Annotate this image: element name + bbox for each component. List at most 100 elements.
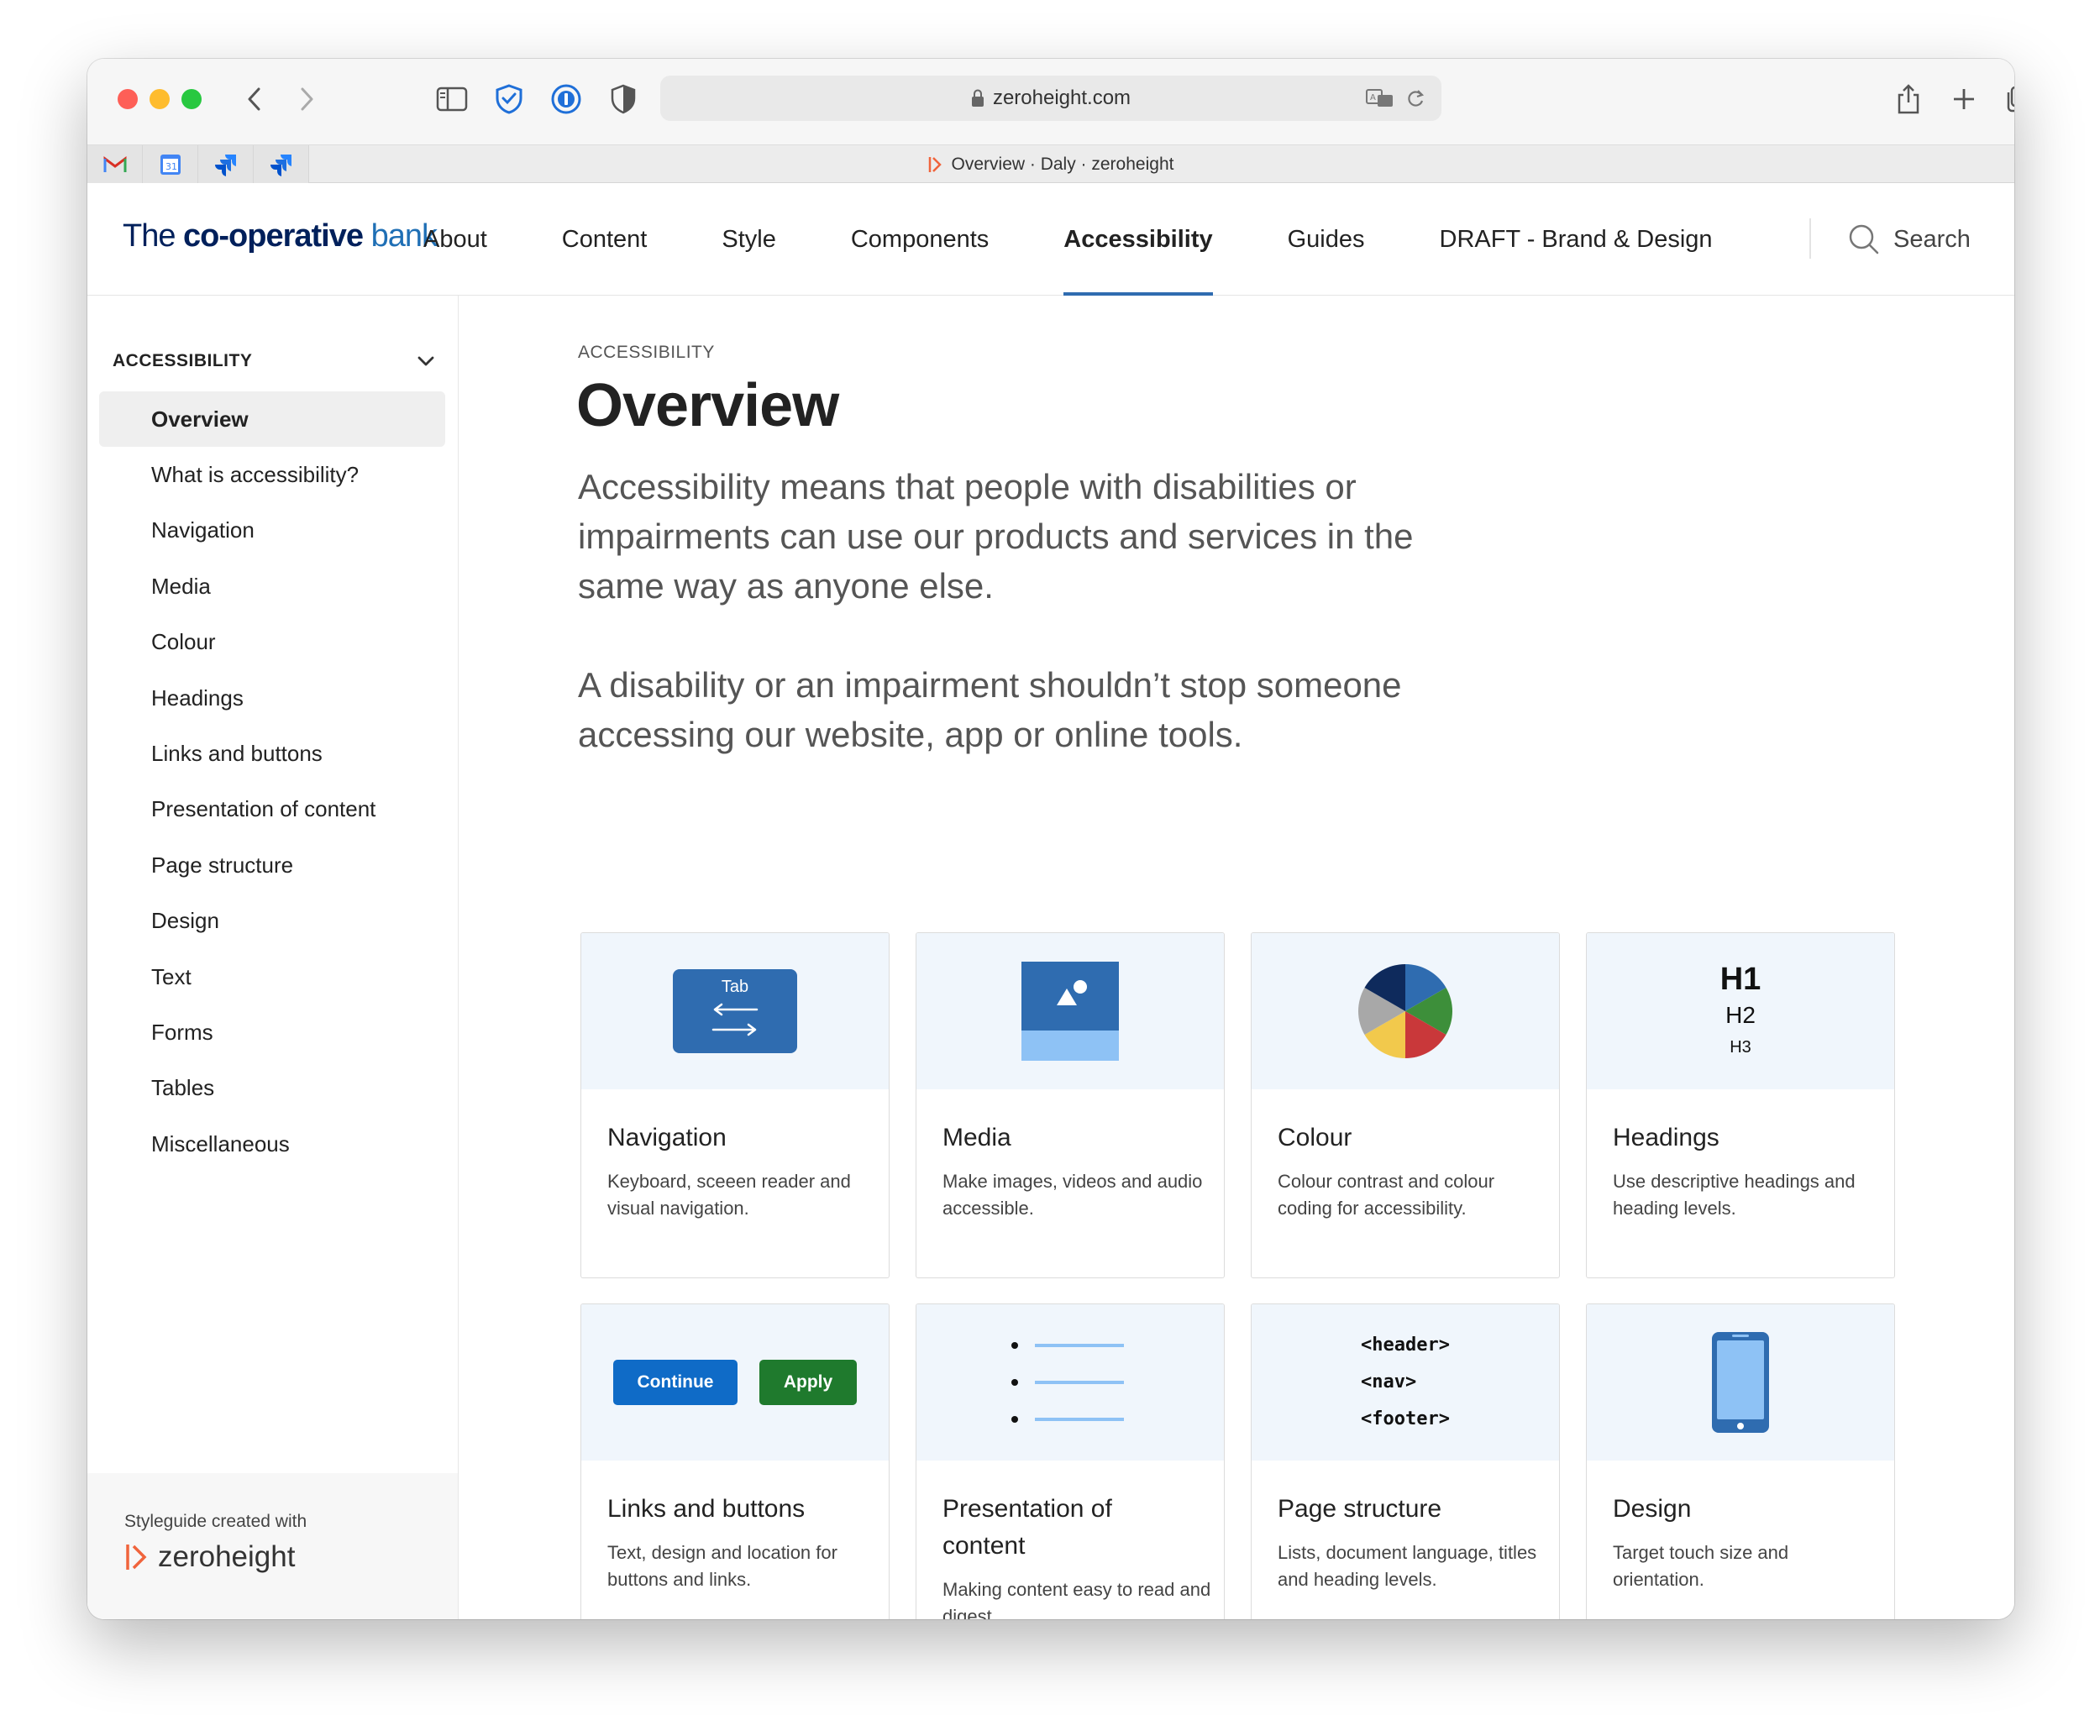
art-h2: H2 <box>1725 1002 1756 1028</box>
page-eyebrow: ACCESSIBILITY <box>578 343 715 362</box>
sidebar-item-what-is-accessibility[interactable]: What is accessibility? <box>99 447 445 502</box>
pinned-tabs: 31 <box>87 145 309 184</box>
coop-bank-logo[interactable]: The co-operative bank <box>123 218 438 254</box>
nav-draft-brand-design[interactable]: DRAFT - Brand & Design <box>1440 183 1713 296</box>
sidebar-item-tables[interactable]: Tables <box>99 1061 445 1116</box>
intro-paragraph-2: A disability or an impairment shouldn’t … <box>578 665 1402 754</box>
card-navigation[interactable]: Tab Navigation Keyboard, sceeen reader a… <box>580 932 890 1278</box>
card-art-colour <box>1252 933 1559 1089</box>
card-description: Target touch size and orientation. <box>1613 1542 1789 1590</box>
card-description: Lists, document language, titles and hea… <box>1278 1542 1537 1590</box>
intro-paragraph: Accessibility means that people with dis… <box>578 467 1414 606</box>
share-button[interactable] <box>1890 81 1927 118</box>
sidebar-item-overview[interactable]: Overview <box>99 391 445 448</box>
nav-guides[interactable]: Guides <box>1288 183 1365 296</box>
card-presentation-of-content[interactable]: Presentation of content Making content e… <box>916 1303 1225 1619</box>
shield-check-icon <box>496 84 522 114</box>
image-icon <box>1021 962 1119 1061</box>
sidebar-toggle-button[interactable] <box>433 81 470 118</box>
close-window-button[interactable] <box>118 89 138 109</box>
svg-text:31: 31 <box>165 161 177 172</box>
card-title: Headings <box>1613 1124 1719 1151</box>
logo-coop: co-operative <box>183 218 364 254</box>
card-title: Media <box>942 1124 1011 1151</box>
sidebar-footer: Styleguide created with zeroheight <box>87 1473 458 1619</box>
privacy-icon <box>611 84 636 114</box>
password-icon <box>551 84 581 114</box>
card-links-and-buttons[interactable]: Continue Apply Links and buttons Text, d… <box>580 1303 890 1619</box>
pinned-tab-jira-2[interactable] <box>254 145 309 184</box>
reload-icon[interactable] <box>1406 88 1425 108</box>
card-art-navigation: Tab <box>581 933 889 1089</box>
card-description: Text, design and location for buttons an… <box>607 1542 837 1590</box>
plus-icon <box>1954 89 1974 109</box>
card-art-headings: H1 H2 H3 <box>1587 933 1894 1089</box>
sidebar-item-page-structure[interactable]: Page structure <box>99 837 445 893</box>
lock-icon <box>971 89 984 107</box>
minimize-window-button[interactable] <box>150 89 170 109</box>
search-icon <box>1849 224 1879 254</box>
card-media[interactable]: Media Make images, videos and audio acce… <box>916 932 1225 1278</box>
tab-key-label: Tab <box>722 978 748 996</box>
zeroheight-icon <box>126 1545 147 1570</box>
calendar-icon: 31 <box>160 155 181 175</box>
card-design[interactable]: Design Target touch size and orientation… <box>1586 1303 1895 1619</box>
card-headings[interactable]: H1 H2 H3 Headings Use descriptive headin… <box>1586 932 1895 1278</box>
card-title: Design <box>1613 1495 1692 1523</box>
share-icon <box>1898 84 1919 114</box>
pinned-tab-calendar[interactable]: 31 <box>143 145 198 184</box>
colour-wheel-icon <box>1357 964 1453 1058</box>
card-art-design <box>1587 1304 1894 1461</box>
nav-accessibility[interactable]: Accessibility <box>1063 183 1213 296</box>
sidebar-section-toggle[interactable]: ACCESSIBILITY <box>113 351 435 371</box>
nav-content[interactable]: Content <box>562 183 648 296</box>
tab-bar: Overview · Daly · zeroheight 31 <box>87 144 2014 184</box>
zeroheight-link[interactable]: zeroheight <box>124 1540 295 1574</box>
pinned-tab-gmail[interactable] <box>87 145 143 184</box>
zeroheight-wordmark: zeroheight <box>158 1540 296 1573</box>
svg-text:A: A <box>1370 93 1376 102</box>
sidebar-item-links-and-buttons[interactable]: Links and buttons <box>99 726 445 781</box>
sidebar-item-miscellaneous[interactable]: Miscellaneous <box>99 1116 445 1172</box>
card-description: Colour contrast and colour coding for ac… <box>1278 1171 1495 1219</box>
main-nav: About Content Style Components Accessibi… <box>423 183 1788 296</box>
nav-about[interactable]: About <box>423 183 487 296</box>
tab-key-icon: Tab <box>673 969 797 1053</box>
art-nav-tag: <nav> <box>1361 1371 1417 1392</box>
card-page-structure[interactable]: <header> <nav> <footer> Page structure L… <box>1251 1303 1560 1619</box>
art-h1: H1 <box>1719 962 1761 997</box>
chevron-left-icon <box>248 87 260 111</box>
zeroheight-icon <box>928 157 942 172</box>
sidebar-item-headings[interactable]: Headings <box>99 670 445 726</box>
sidebar-item-presentation-of-content[interactable]: Presentation of content <box>99 782 445 837</box>
zoom-window-button[interactable] <box>181 89 202 109</box>
sidebar-item-forms[interactable]: Forms <box>99 1004 445 1060</box>
sidebar-item-design[interactable]: Design <box>99 894 445 949</box>
search-button[interactable]: Search <box>1848 183 1971 296</box>
site-header: The co-operative bank About Content Styl… <box>87 183 2014 296</box>
privacy-report-button[interactable] <box>605 81 642 118</box>
address-bar[interactable]: zeroheight.com A <box>660 76 1441 121</box>
pinned-tab-jira[interactable] <box>198 145 254 184</box>
card-colour[interactable]: Colour Colour contrast and colour coding… <box>1251 932 1560 1278</box>
new-tab-button[interactable] <box>1945 81 1982 118</box>
sidebar-item-text[interactable]: Text <box>99 949 445 1004</box>
nav-components[interactable]: Components <box>851 183 989 296</box>
card-description: Make images, videos and audio accessible… <box>942 1171 1203 1219</box>
forward-button[interactable] <box>289 81 326 118</box>
card-description: Keyboard, sceeen reader and visual navig… <box>607 1171 851 1219</box>
art-footer-tag: <footer> <box>1361 1408 1450 1429</box>
translate-icon[interactable]: A <box>1366 88 1394 108</box>
styleguide-credit: Styleguide created with <box>124 1512 307 1531</box>
tab-overview-button[interactable] <box>2001 81 2014 118</box>
sidebar-item-media[interactable]: Media <box>99 559 445 614</box>
back-button[interactable] <box>235 81 272 118</box>
sidebar-item-colour[interactable]: Colour <box>99 615 445 670</box>
sidebar: ACCESSIBILITY Overview What is accessibi… <box>87 296 459 1619</box>
extension-shield-button[interactable] <box>491 81 528 118</box>
password-manager-button[interactable] <box>548 81 585 118</box>
sidebar-item-navigation[interactable]: Navigation <box>99 503 445 559</box>
active-tab[interactable]: Overview · Daly · zeroheight <box>87 145 2014 184</box>
nav-style[interactable]: Style <box>722 183 775 296</box>
card-title: Links and buttons <box>607 1495 806 1523</box>
